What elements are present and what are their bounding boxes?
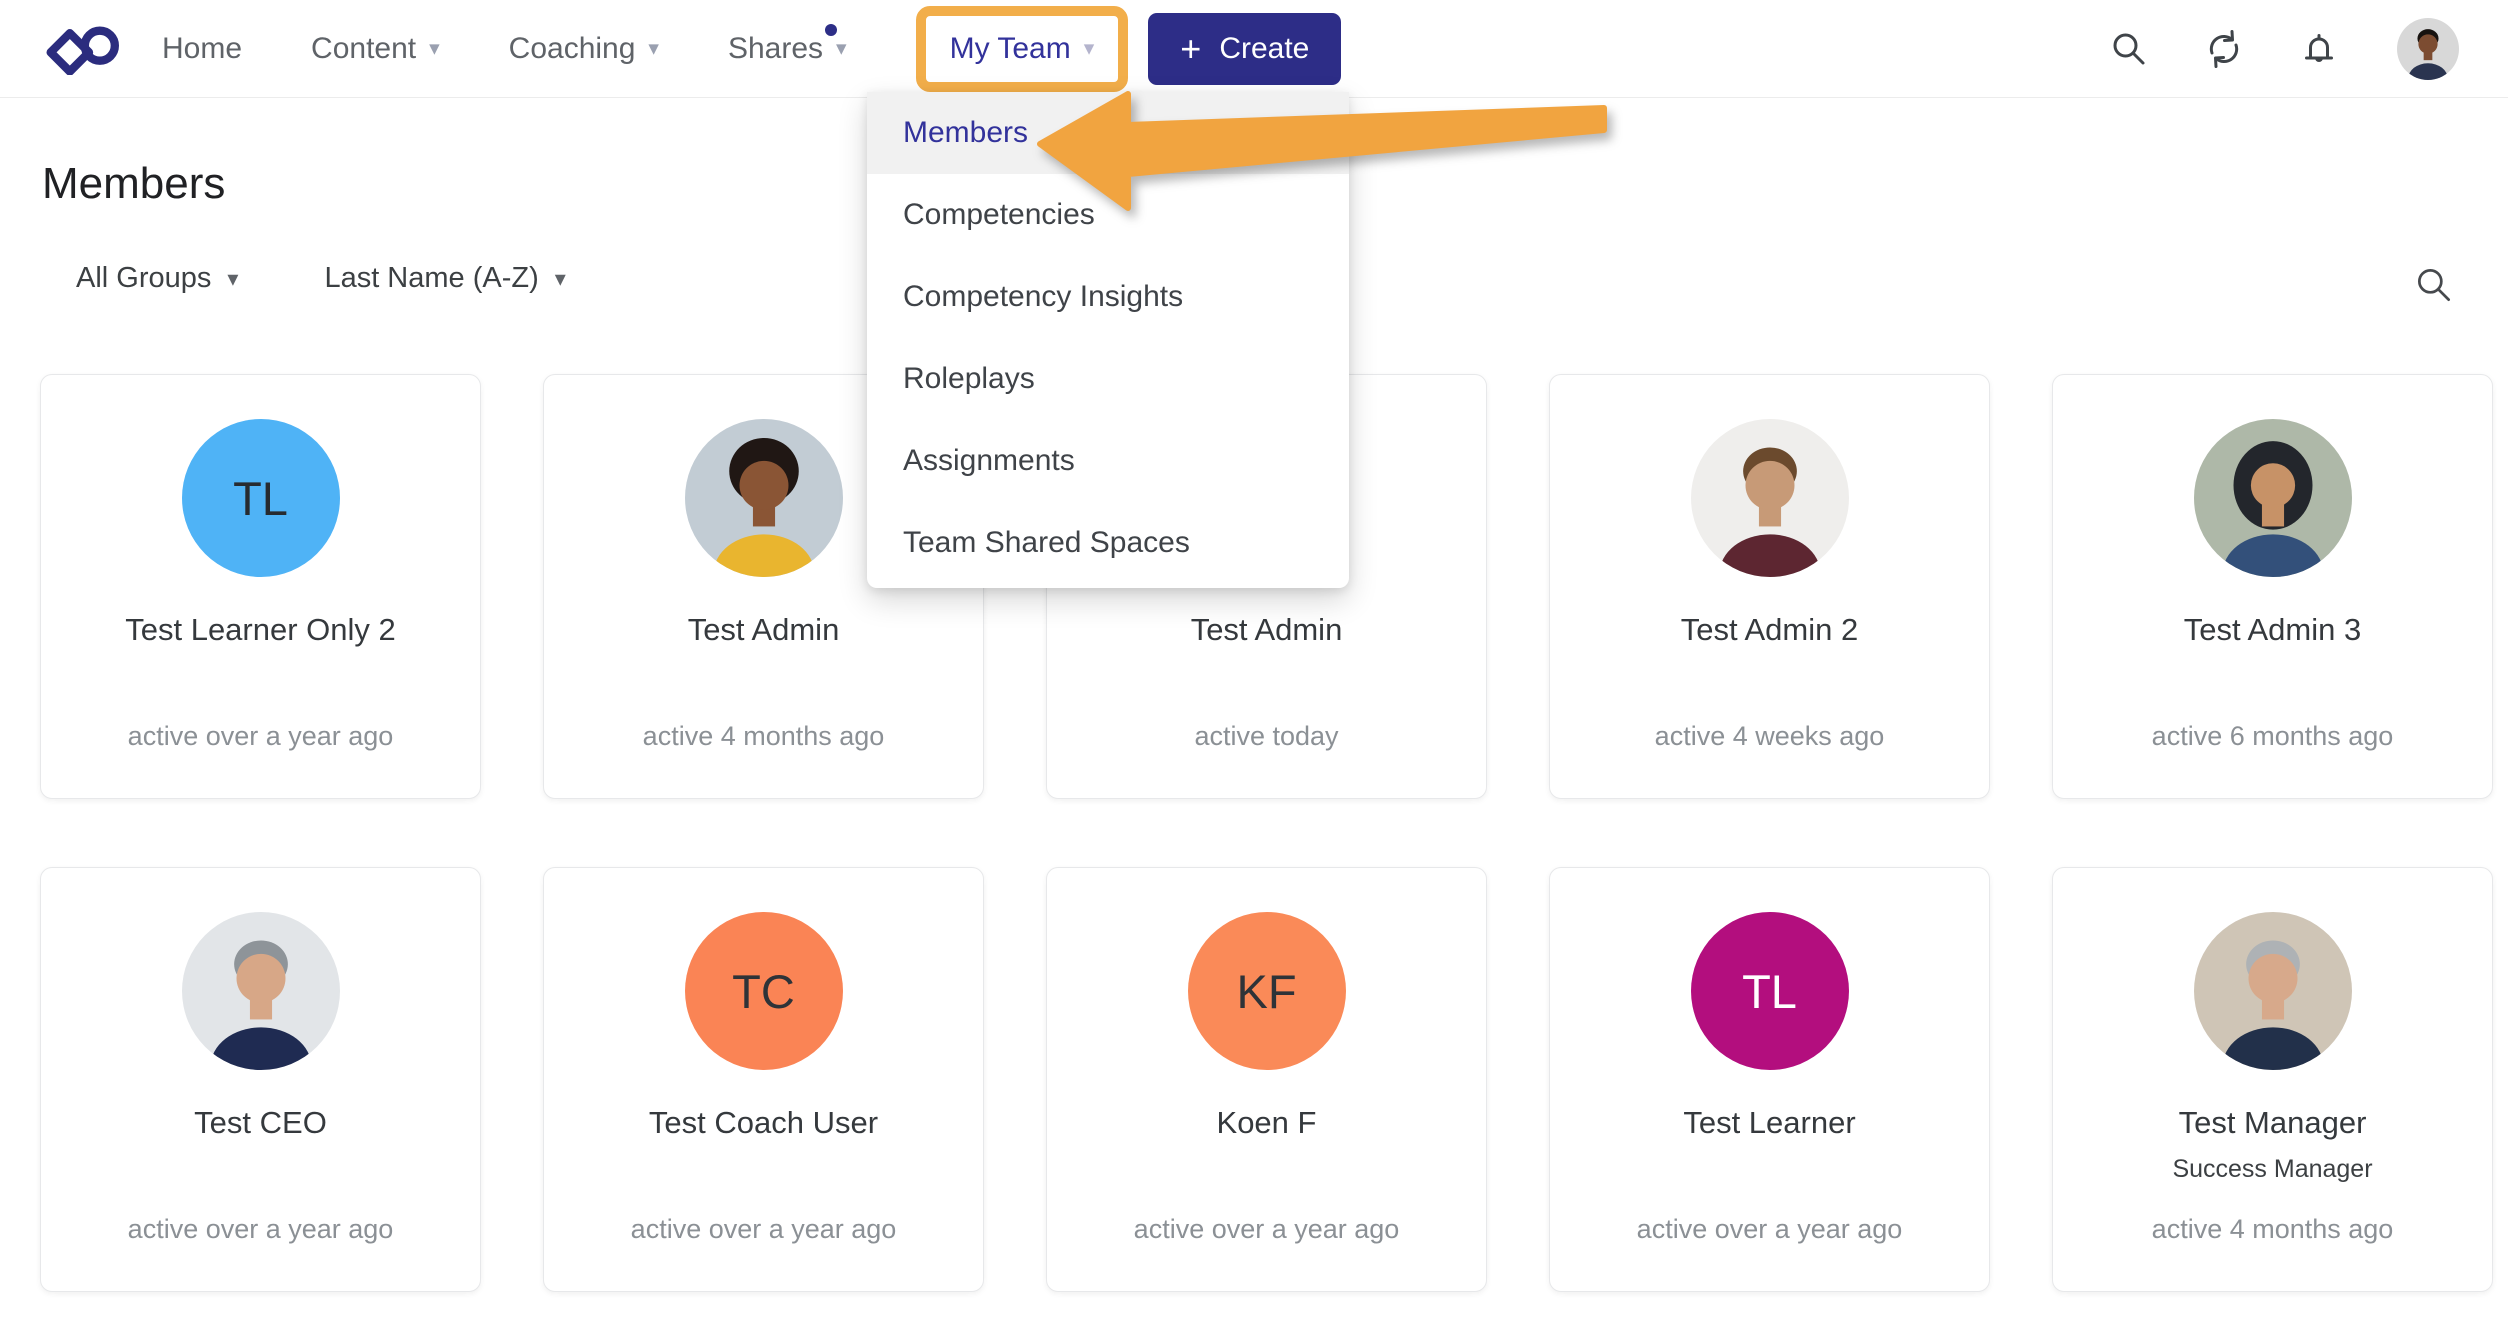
member-last-active: active over a year ago [1550, 1214, 1989, 1245]
member-card[interactable]: TL Test Learner active over a year ago [1549, 867, 1990, 1292]
chevron-down-icon: ▾ [1084, 38, 1095, 59]
member-role: Success Manager [2053, 1155, 2492, 1184]
member-card[interactable]: Test Admin 2 active 4 weeks ago [1549, 374, 1990, 799]
nav-link[interactable]: Content ▾ [311, 32, 440, 66]
member-last-active: active 4 months ago [544, 721, 983, 752]
top-navbar: Home Content ▾ Coaching ▾ Shares ▾ My Te… [0, 0, 2508, 98]
user-avatar[interactable] [2397, 18, 2459, 80]
sync-icon[interactable] [2201, 27, 2247, 71]
members-search-icon[interactable] [2411, 262, 2457, 308]
member-name: Test Learner Only 2 [41, 612, 480, 648]
member-name: Test Manager [2053, 1105, 2492, 1141]
primary-nav: Home Content ▾ Coaching ▾ Shares ▾ [162, 32, 916, 66]
member-card[interactable]: TL Test Learner Only 2 active over a yea… [40, 374, 481, 799]
member-avatar [2194, 912, 2352, 1070]
member-card[interactable]: Test Manager Success Manager active 4 mo… [2052, 867, 2493, 1292]
member-name: Koen F [1047, 1105, 1486, 1141]
new-dot-badge [825, 24, 837, 36]
chevron-down-icon: ▾ [227, 268, 238, 290]
member-avatar: TL [1691, 912, 1849, 1070]
nav-link[interactable]: Coaching ▾ [509, 32, 659, 66]
nav-item-my-team[interactable]: My Team ▾ [916, 6, 1129, 92]
member-avatar [1691, 419, 1849, 577]
menu-item[interactable]: Competency Insights [867, 256, 1349, 338]
member-avatar: TL [182, 419, 340, 577]
member-name: Test Admin 2 [1550, 612, 1989, 648]
member-card[interactable]: Test Admin 3 active 6 months ago [2052, 374, 2493, 799]
menu-item[interactable]: Roleplays [867, 338, 1349, 420]
member-card[interactable]: TC Test Coach User active over a year ag… [543, 867, 984, 1292]
nav-link[interactable]: Home [162, 32, 242, 66]
sort-filter-dropdown[interactable]: Last Name (A-Z) ▾ [324, 262, 565, 295]
chevron-down-icon: ▾ [836, 38, 847, 59]
create-button[interactable]: + Create [1148, 13, 1341, 85]
member-name: Test Coach User [544, 1105, 983, 1141]
member-name: Test Admin 3 [2053, 612, 2492, 648]
menu-item[interactable]: Competencies [867, 174, 1349, 256]
menu-item[interactable]: Members [867, 92, 1349, 174]
plus-icon: + [1180, 31, 1201, 67]
nav-link-label: Coaching [509, 32, 636, 65]
chevron-down-icon: ▾ [429, 38, 440, 59]
member-card[interactable]: Test CEO active over a year ago [40, 867, 481, 1292]
member-name: Test Admin [1047, 612, 1486, 648]
member-last-active: active over a year ago [1047, 1214, 1486, 1245]
chevron-down-icon: ▾ [648, 38, 659, 59]
chevron-down-icon: ▾ [555, 268, 566, 290]
member-last-active: active 4 months ago [2053, 1214, 2492, 1245]
member-name: Test Learner [1550, 1105, 1989, 1141]
member-avatar [2194, 419, 2352, 577]
member-avatar: KF [1188, 912, 1346, 1070]
brand-logo[interactable] [44, 23, 124, 75]
nav-link-label: Content [311, 32, 416, 65]
groups-filter-label: All Groups [76, 262, 211, 295]
member-last-active: active over a year ago [544, 1214, 983, 1245]
infinity-logo-icon [44, 23, 124, 75]
nav-link[interactable]: Shares ▾ [728, 32, 847, 66]
groups-filter-dropdown[interactable]: All Groups ▾ [76, 262, 238, 295]
member-last-active: active today [1047, 721, 1486, 752]
create-button-label: Create [1219, 32, 1309, 66]
member-last-active: active 6 months ago [2053, 721, 2492, 752]
navbar-right-actions [2107, 18, 2459, 80]
member-name: Test CEO [41, 1105, 480, 1141]
nav-link-label: Home [162, 32, 242, 65]
menu-item[interactable]: Team Shared Spaces [867, 502, 1349, 584]
member-avatar: TC [685, 912, 843, 1070]
member-last-active: active over a year ago [41, 1214, 480, 1245]
member-card[interactable]: KF Koen F active over a year ago [1046, 867, 1487, 1292]
member-avatar [182, 912, 340, 1070]
menu-item[interactable]: Assignments [867, 420, 1349, 502]
member-avatar [685, 419, 843, 577]
notifications-bell-icon[interactable] [2297, 27, 2341, 71]
my-team-dropdown-menu: MembersCompetenciesCompetency InsightsRo… [867, 92, 1349, 588]
my-team-label: My Team [950, 32, 1071, 66]
member-last-active: active 4 weeks ago [1550, 721, 1989, 752]
sort-filter-label: Last Name (A-Z) [324, 262, 538, 295]
nav-link-label: Shares [728, 32, 823, 65]
member-name: Test Admin [544, 612, 983, 648]
search-icon[interactable] [2107, 27, 2151, 71]
member-last-active: active over a year ago [41, 721, 480, 752]
